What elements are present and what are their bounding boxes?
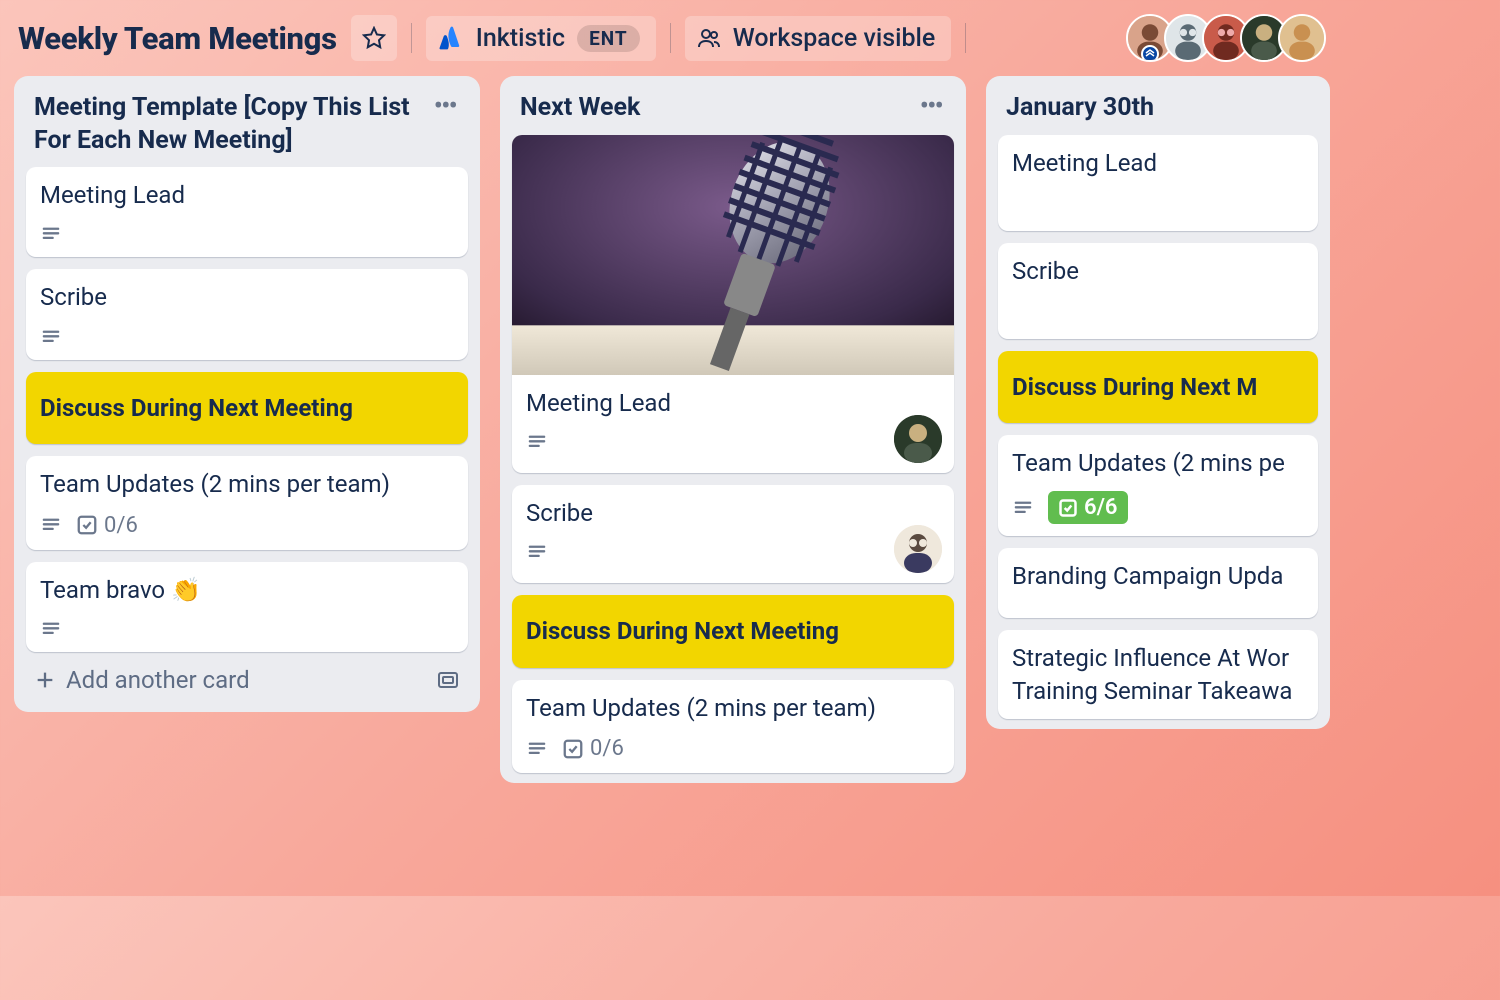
workspace-tier-badge: ENT bbox=[577, 25, 640, 52]
card[interactable]: Team Updates (2 mins per team) 0/6 bbox=[26, 456, 468, 549]
description-icon bbox=[526, 431, 548, 453]
list-title[interactable]: January 30th bbox=[1006, 92, 1310, 125]
checklist-badge: 0/6 bbox=[562, 736, 624, 761]
divider bbox=[670, 23, 671, 53]
description-icon bbox=[526, 738, 548, 760]
list-menu-button[interactable]: ••• bbox=[430, 92, 460, 120]
card-title: Strategic Influence At Wor Training Semi… bbox=[1012, 642, 1304, 707]
list-next-week: Next Week ••• bbox=[500, 76, 966, 783]
card-title: Discuss During Next M bbox=[1012, 371, 1304, 403]
list-title[interactable]: Meeting Template [Copy This List For Eac… bbox=[34, 92, 430, 157]
card[interactable]: Meeting Lead bbox=[512, 135, 954, 473]
description-icon bbox=[526, 541, 548, 563]
visibility-label: Workspace visible bbox=[733, 24, 936, 53]
card-title: Branding Campaign Upda bbox=[1012, 560, 1304, 592]
card[interactable]: Team Updates (2 mins per team) 0/6 bbox=[512, 680, 954, 773]
card[interactable]: Team bravo 👏 bbox=[26, 562, 468, 652]
card[interactable]: Discuss During Next Meeting bbox=[26, 372, 468, 444]
card-title: Team Updates (2 mins per team) bbox=[526, 692, 940, 724]
card[interactable]: Meeting Lead bbox=[26, 167, 468, 257]
card-title: Meeting Lead bbox=[1012, 147, 1304, 179]
star-button[interactable] bbox=[351, 15, 397, 61]
checklist-badge: 0/6 bbox=[76, 513, 138, 538]
workspace-name: Inktistic bbox=[476, 24, 565, 53]
add-card-label: Add another card bbox=[66, 666, 250, 694]
divider bbox=[965, 23, 966, 53]
card[interactable]: Meeting Lead bbox=[998, 135, 1318, 231]
card[interactable]: Team Updates (2 mins pe 6/6 bbox=[998, 435, 1318, 536]
board-canvas: Meeting Template [Copy This List For Eac… bbox=[0, 76, 1344, 783]
people-icon bbox=[697, 26, 721, 50]
card[interactable]: Scribe bbox=[26, 269, 468, 359]
card-title: Meeting Lead bbox=[40, 179, 454, 211]
card-title: Discuss During Next Meeting bbox=[526, 615, 940, 647]
atlassian-icon bbox=[438, 25, 464, 51]
card-title: Scribe bbox=[526, 497, 940, 529]
list-menu-button[interactable]: ••• bbox=[916, 92, 946, 120]
card-member-avatar[interactable] bbox=[894, 415, 942, 463]
card[interactable]: Discuss During Next M bbox=[998, 351, 1318, 423]
card[interactable]: Scribe bbox=[998, 243, 1318, 339]
description-icon bbox=[40, 514, 62, 536]
star-icon bbox=[362, 26, 386, 50]
card-title: Team bravo 👏 bbox=[40, 574, 454, 606]
list-meeting-template: Meeting Template [Copy This List For Eac… bbox=[14, 76, 480, 712]
card-title: Team Updates (2 mins per team) bbox=[40, 468, 454, 500]
board-title: Weekly Team Meetings bbox=[18, 20, 337, 57]
workspace-button[interactable]: Inktistic ENT bbox=[426, 16, 656, 61]
card-title: Meeting Lead bbox=[526, 387, 940, 419]
description-icon bbox=[40, 223, 62, 245]
template-icon[interactable] bbox=[436, 668, 460, 692]
card-title: Team Updates (2 mins pe bbox=[1012, 447, 1304, 479]
card-title: Scribe bbox=[1012, 255, 1304, 287]
card-member-avatar[interactable] bbox=[894, 525, 942, 573]
card-title: Scribe bbox=[40, 281, 454, 313]
description-icon bbox=[40, 618, 62, 640]
divider bbox=[411, 23, 412, 53]
card-title: Discuss During Next Meeting bbox=[40, 392, 454, 424]
member-avatars[interactable] bbox=[1126, 14, 1326, 62]
visibility-button[interactable]: Workspace visible bbox=[685, 16, 952, 61]
list-title[interactable]: Next Week bbox=[520, 92, 916, 125]
card[interactable]: Strategic Influence At Wor Training Semi… bbox=[998, 630, 1318, 719]
chevron-up-icon bbox=[1141, 45, 1159, 62]
checklist-badge-complete: 6/6 bbox=[1048, 491, 1128, 524]
card[interactable]: Branding Campaign Upda bbox=[998, 548, 1318, 618]
description-icon bbox=[40, 326, 62, 348]
card-cover-image bbox=[512, 135, 954, 375]
avatar[interactable] bbox=[1278, 14, 1326, 62]
description-icon bbox=[1012, 497, 1034, 519]
add-card-button[interactable]: Add another card bbox=[24, 652, 470, 702]
card[interactable]: Scribe bbox=[512, 485, 954, 583]
top-bar: Weekly Team Meetings Inktistic ENT Works… bbox=[0, 0, 1344, 76]
card[interactable]: Discuss During Next Meeting bbox=[512, 595, 954, 667]
plus-icon bbox=[34, 669, 56, 691]
list-january-30: January 30th Meeting Lead Scribe Discuss… bbox=[986, 76, 1330, 729]
